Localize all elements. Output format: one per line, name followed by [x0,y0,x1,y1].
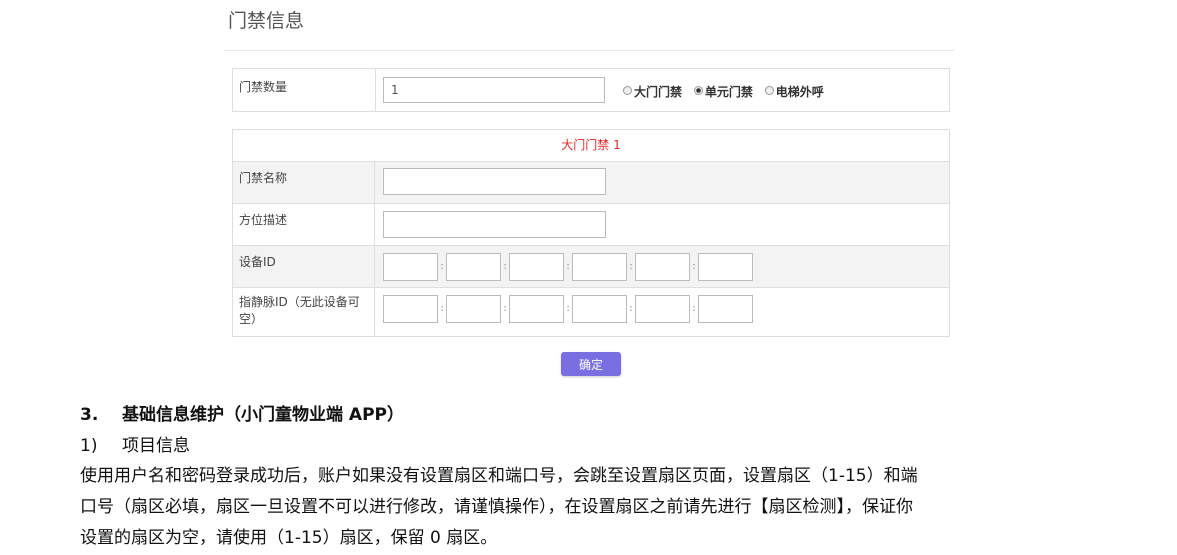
radio-main-gate[interactable]: 大门门禁 [623,83,682,100]
form-row-location: 方位描述 [233,204,949,246]
confirm-button[interactable]: 确定 [561,352,621,376]
radio-elevator-call-label: 电梯外呼 [775,85,824,99]
device-id-segment[interactable] [509,253,564,281]
body-paragraph: 使用用户名和密码登录成功后，账户如果没有设置扇区和端口号，会跳至设置扇区页面，设… [80,461,1110,554]
vein-id-segment[interactable] [383,295,438,323]
panel-title: 门禁信息 [228,10,305,32]
section-title: 基础信息维护（小门童物业端 APP） [122,405,404,425]
segment-separator: : [629,303,633,314]
vein-id-segment[interactable] [635,295,690,323]
door-type-radio-group: 大门门禁 单元门禁 电梯外呼 [623,83,832,100]
segment-separator: : [692,303,696,314]
form-row-device-id: 设备ID ::::: [233,246,949,288]
section-heading: 3. 基础信息维护（小门童物业端 APP） [80,400,404,425]
segment-separator: : [566,261,570,272]
radio-unit-door[interactable]: 单元门禁 [693,83,753,100]
paragraph-line: 使用用户名和密码登录成功后，账户如果没有设置扇区和端口号，会跳至设置扇区页面，设… [80,466,918,486]
device-id-segment[interactable] [572,253,627,281]
vein-id-segment[interactable] [509,295,564,323]
radio-elevator-call[interactable]: 电梯外呼 [764,83,824,100]
device-id-segment[interactable] [446,253,501,281]
section-number: 3. [80,405,99,425]
vein-id-segment[interactable] [572,295,627,323]
device-id-segment[interactable] [698,253,753,281]
location-label: 方位描述 [233,204,375,245]
segment-separator: : [440,261,444,272]
door-entry-header: 大门门禁 1 [233,130,949,162]
door-count-input[interactable] [383,77,605,103]
door-entry-form: 大门门禁 1 门禁名称 方位描述 设备ID ::::: 指静脉ID（无此设备可空… [232,129,950,337]
form-row-vein-id: 指静脉ID（无此设备可空） ::::: [233,288,949,336]
vein-id-segments: ::::: [383,295,753,323]
paragraph-line: 口号（扇区必填，扇区一旦设置不可以进行修改，请谨慎操作），在设置扇区之前请先进行… [80,497,913,517]
location-input[interactable] [383,211,606,238]
paragraph-line: 设置的扇区为空，请使用（1-15）扇区，保留 0 扇区。 [80,528,498,548]
door-count-label: 门禁数量 [239,80,288,94]
radio-unchecked-icon [623,86,632,95]
segment-separator: : [629,261,633,272]
vein-id-segment[interactable] [698,295,753,323]
door-count-label-cell: 门禁数量 [233,69,376,111]
segment-separator: : [566,303,570,314]
device-id-segment[interactable] [635,253,690,281]
radio-checked-icon [693,86,703,95]
segment-separator: : [503,303,507,314]
device-id-segment[interactable] [383,253,438,281]
vein-id-segment[interactable] [446,295,501,323]
segment-separator: : [692,261,696,272]
segment-separator: : [503,261,507,272]
vein-id-label: 指静脉ID（无此设备可空） [233,288,375,336]
subsection-number: 1) [80,436,98,456]
segment-separator: : [440,303,444,314]
radio-unit-door-label: 单元门禁 [704,85,753,99]
door-name-input[interactable] [383,168,606,195]
radio-unchecked-icon [764,86,774,95]
device-id-segments: ::::: [383,253,753,281]
form-row-door-name: 门禁名称 [233,162,949,204]
subsection-title: 项目信息 [122,436,190,456]
door-name-label: 门禁名称 [233,162,375,203]
door-count-row: 门禁数量 大门门禁 单元门禁 电梯外呼 [232,68,950,112]
radio-main-gate-label: 大门门禁 [634,85,683,99]
title-divider [224,50,954,51]
subsection-heading: 1) 项目信息 [80,431,190,456]
device-id-label: 设备ID [233,246,375,287]
